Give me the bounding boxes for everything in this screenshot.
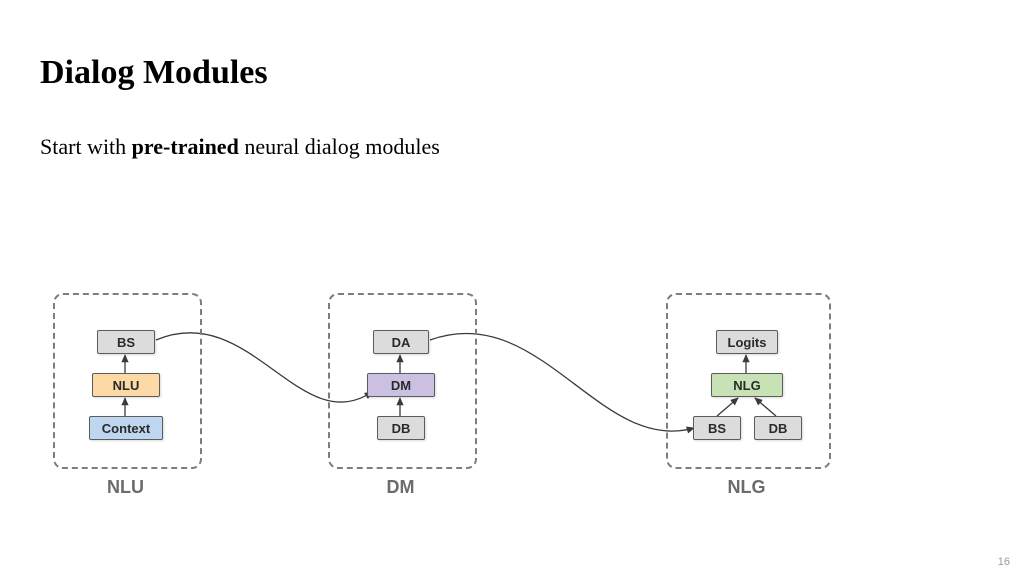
module-label-nlu: NLU — [53, 477, 198, 498]
cell-nlg-logits: Logits — [716, 330, 778, 354]
cell-nlg-db: DB — [754, 416, 802, 440]
cell-dm-da: DA — [373, 330, 429, 354]
diagram: BS NLU Context NLU DA DM DB DM Logits NL… — [0, 0, 1024, 576]
module-label-nlg: NLG — [666, 477, 827, 498]
cell-nlu-context: Context — [89, 416, 163, 440]
cell-nlg-nlg: NLG — [711, 373, 783, 397]
page-number: 16 — [998, 556, 1010, 568]
slide: Dialog Modules Start with pre-trained ne… — [0, 0, 1024, 576]
cell-nlu-nlu: NLU — [92, 373, 160, 397]
module-label-dm: DM — [328, 477, 473, 498]
cell-dm-dm: DM — [367, 373, 435, 397]
cell-nlg-bs: BS — [693, 416, 741, 440]
cell-dm-db: DB — [377, 416, 425, 440]
cell-nlu-bs: BS — [97, 330, 155, 354]
